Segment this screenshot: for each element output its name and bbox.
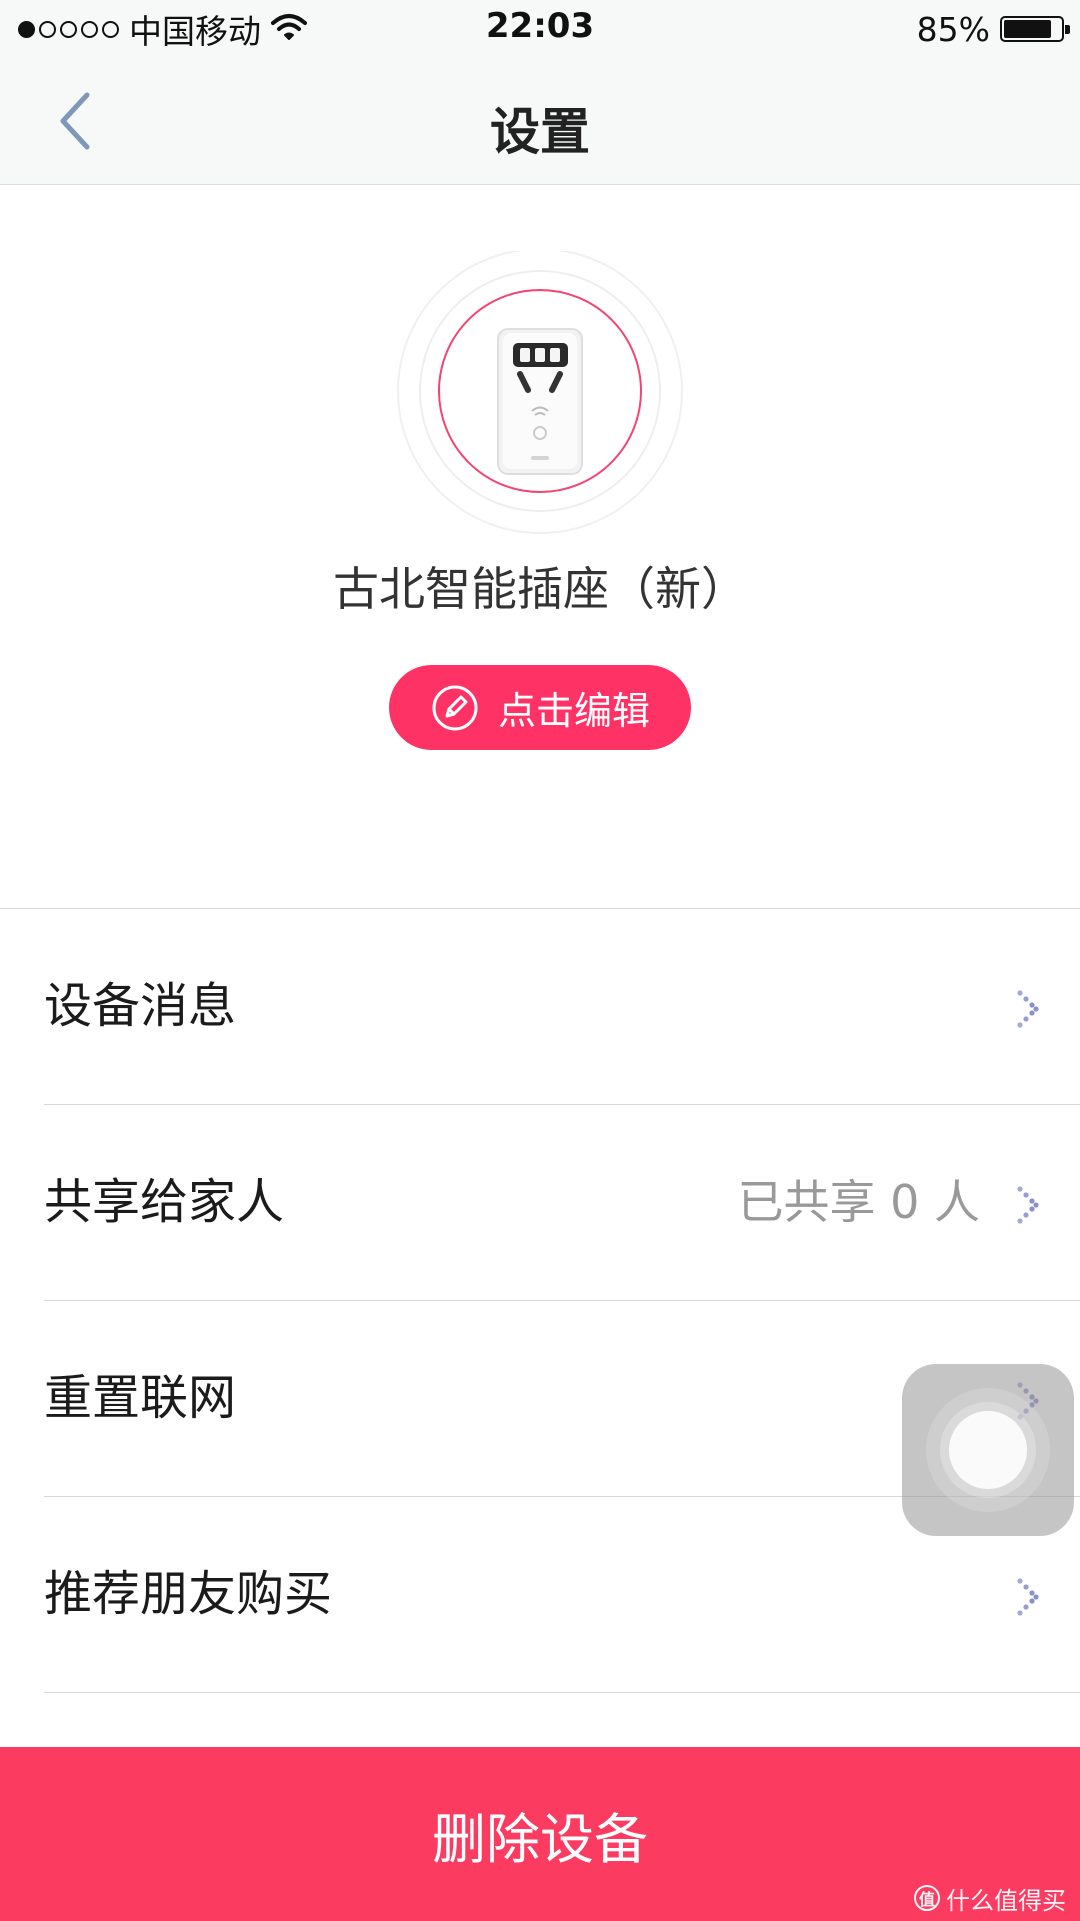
settings-list: 设备消息 共享给家人 已共享 0 人 重置联网 推荐朋友购买 xyxy=(0,909,1080,1693)
assistive-touch-button[interactable] xyxy=(902,1364,1074,1536)
watermark-text: 什么值得买 xyxy=(946,1886,1066,1915)
status-bar: 中国移动 22:03 85% xyxy=(0,0,1080,58)
watermark: 值 什么值得买 xyxy=(914,1880,1066,1916)
edit-device-button[interactable]: 点击编辑 xyxy=(389,665,691,750)
battery-percent: 85% xyxy=(916,9,990,49)
share-with-family-row[interactable]: 共享给家人 已共享 0 人 xyxy=(0,1105,1080,1301)
device-name: 古北智能插座（新） xyxy=(333,562,747,616)
row-label: 共享给家人 xyxy=(44,1174,285,1230)
edit-button-label: 点击编辑 xyxy=(497,689,650,733)
chevron-right-icon xyxy=(1017,1186,1039,1224)
shared-count: 已共享 0 人 xyxy=(737,1175,980,1229)
navigation-bar: 设置 xyxy=(0,58,1080,185)
pencil-circle-icon xyxy=(432,685,478,730)
device-header: 古北智能插座（新） 点击编辑 xyxy=(0,185,1080,909)
device-messages-row[interactable]: 设备消息 xyxy=(0,909,1080,1105)
delete-button-label: 删除设备 xyxy=(432,1807,648,1871)
row-label: 推荐朋友购买 xyxy=(44,1566,333,1622)
chevron-right-icon xyxy=(1017,1578,1039,1616)
watermark-badge-icon: 值 xyxy=(914,1885,940,1911)
page-title: 设置 xyxy=(490,103,590,161)
chevron-right-icon xyxy=(1017,990,1039,1028)
smart-plug-image xyxy=(397,251,683,534)
row-label: 重置联网 xyxy=(44,1370,237,1426)
row-label: 设备消息 xyxy=(44,978,237,1034)
battery-icon xyxy=(1000,16,1070,42)
